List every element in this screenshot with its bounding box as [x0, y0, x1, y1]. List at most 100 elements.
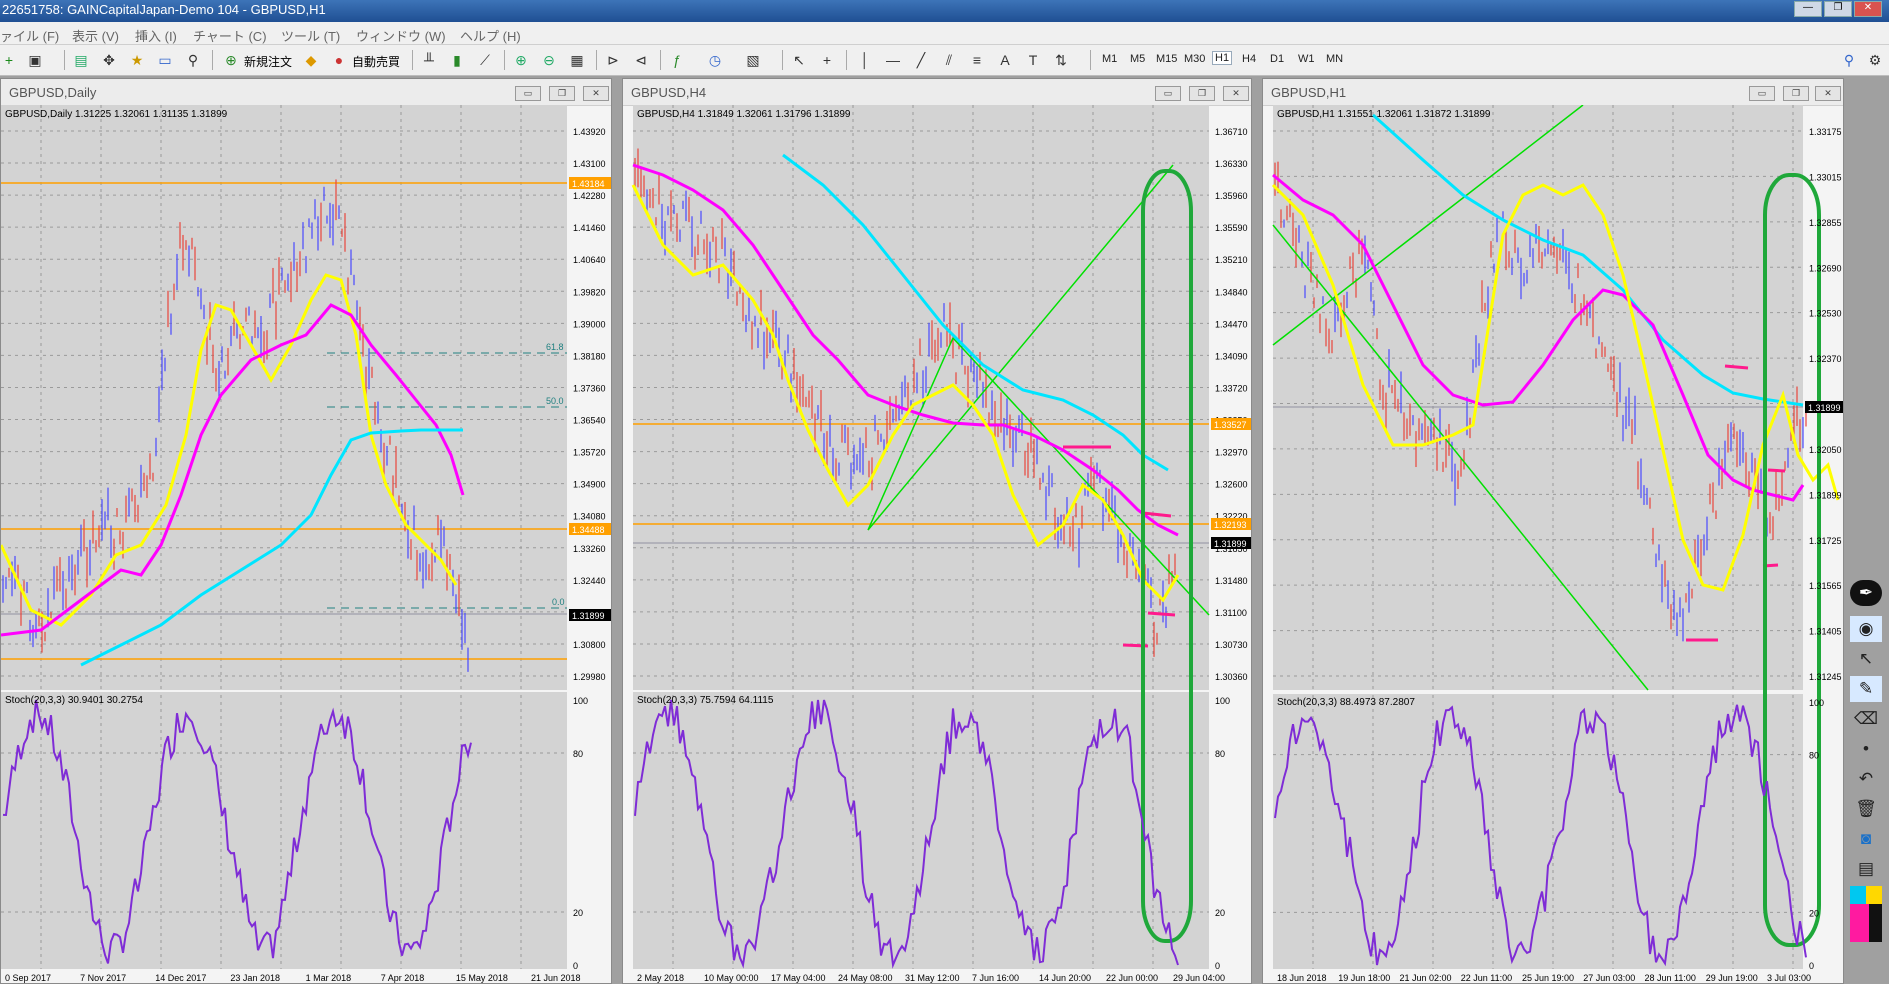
price-axis-label: 1.34470 — [1215, 319, 1248, 329]
chart-window-h4[interactable]: GBPUSD,H4 ▭ ❐ ✕ 1.36710 1.36330 1.35960 1.3… — [622, 78, 1252, 984]
date-axis-label: 19 Jun 18:00 — [1338, 973, 1390, 983]
menu-insert[interactable]: 挿入 (I) — [135, 26, 177, 45]
menu-file[interactable]: ァイル (F) — [0, 26, 59, 45]
market-watch-icon[interactable]: ▤ — [72, 51, 90, 69]
tf-w1[interactable]: W1 — [1298, 53, 1315, 65]
new-order-icon[interactable]: ⊕ — [222, 51, 240, 69]
stoch-level-label: 0 — [573, 961, 578, 971]
date-axis-label: 1 Mar 2018 — [306, 973, 352, 983]
templates-icon[interactable]: ▧ — [744, 51, 762, 69]
fibonacci-icon[interactable]: ≡ — [968, 51, 986, 69]
crosshair-icon[interactable]: + — [818, 51, 836, 69]
date-axis-label: 2 May 2018 — [637, 973, 684, 983]
maximize-button[interactable]: ❐ — [1824, 1, 1852, 17]
price-tag-label: 1.31899 — [1214, 539, 1247, 549]
tf-h1[interactable]: H1 — [1212, 51, 1233, 65]
chart-canvas[interactable]: 1.36710 1.36330 1.35960 1.35590 1.35210 1.348… — [623, 105, 1251, 983]
chart-window-h1[interactable]: GBPUSD,H1 ▭ ❐ ✕ 1.33175 1.33015 1.32855 1.3… — [1262, 78, 1844, 984]
tf-mn[interactable]: MN — [1326, 53, 1343, 65]
horizontal-line-icon[interactable]: — — [884, 51, 902, 69]
indicators-icon[interactable]: ƒ — [668, 51, 686, 69]
camera-icon[interactable]: ◙ — [1850, 826, 1882, 852]
auto-trade-button[interactable]: 自動売買 — [352, 53, 400, 70]
stoch-level-label: 80 — [573, 749, 583, 759]
chart-window-title: GBPUSD,Daily — [9, 85, 97, 100]
menu-help[interactable]: ヘルプ (H) — [460, 26, 521, 45]
trash-icon[interactable]: 🗑 — [1850, 796, 1882, 822]
label-tool-icon[interactable]: T — [1024, 51, 1042, 69]
new-order-button[interactable]: 新規注文 — [244, 53, 292, 70]
cursor-icon[interactable]: ↖ — [1850, 646, 1882, 672]
profiles-icon[interactable]: ▣ — [26, 51, 44, 69]
price-axis-label: 1.41460 — [573, 223, 606, 233]
tile-windows-icon[interactable]: ▦ — [568, 51, 586, 69]
chart-maximize-button[interactable]: ❐ — [1783, 86, 1809, 101]
tf-h4[interactable]: H4 — [1242, 53, 1256, 65]
bar-chart-icon[interactable]: ╨ — [420, 51, 438, 69]
chart-close-button[interactable]: ✕ — [1815, 86, 1841, 101]
auto-trade-icon[interactable]: ● — [330, 51, 348, 69]
chart-minimize-button[interactable]: ▭ — [1155, 86, 1181, 101]
chart-minimize-button[interactable]: ▭ — [1749, 86, 1775, 101]
candle-chart-icon[interactable]: ▮ — [448, 51, 466, 69]
eraser-icon[interactable]: ⌫ — [1850, 706, 1882, 732]
channel-icon[interactable]: ⫽ — [940, 51, 958, 69]
menu-tools[interactable]: ツール (T) — [281, 26, 340, 45]
menu-view[interactable]: 表示 (V) — [72, 26, 119, 45]
chart-canvas[interactable]: 61.8 50.0 0.0 1.43920 1.43100 1.42280 1.414… — [1, 105, 611, 983]
tf-m1[interactable]: M1 — [1102, 53, 1117, 65]
tester-icon[interactable]: ⚲ — [184, 51, 202, 69]
highlighter-icon[interactable]: ✎ — [1850, 676, 1882, 702]
pen-icon[interactable]: ✒ — [1850, 580, 1882, 606]
dot-icon[interactable]: • — [1850, 736, 1882, 762]
price-axis-label: 1.29980 — [573, 672, 606, 682]
metaeditor-icon[interactable]: ◆ — [302, 51, 320, 69]
vertical-line-icon[interactable]: │ — [856, 51, 874, 69]
price-axis-label: 1.30360 — [1215, 672, 1248, 682]
chart-window-daily[interactable]: GBPUSD,Daily ▭ ❐ ✕ 61.8 50.0 0.0 1.43920… — [0, 78, 612, 984]
zoom-out-icon[interactable]: ⊖ — [540, 51, 558, 69]
line-chart-icon[interactable]: ⟋ — [476, 51, 494, 69]
tf-m15[interactable]: M15 — [1156, 53, 1177, 65]
price-tag-label: 1.31899 — [572, 611, 605, 621]
date-axis-label: 7 Nov 2017 — [80, 973, 126, 983]
tf-m30[interactable]: M30 — [1184, 53, 1205, 65]
options-icon[interactable]: ⚙ — [1866, 51, 1884, 69]
chart-close-button[interactable]: ✕ — [583, 86, 609, 101]
eye-icon[interactable]: ◉ — [1850, 616, 1882, 642]
search-icon[interactable]: ⚲ — [1840, 51, 1858, 69]
trendline-icon[interactable]: ╱ — [912, 51, 930, 69]
price-axis-label: 1.32440 — [573, 576, 606, 586]
zoom-in-icon[interactable]: ⊕ — [512, 51, 530, 69]
menu-window[interactable]: ウィンドウ (W) — [356, 26, 446, 45]
price-axis-label: 1.36330 — [1215, 159, 1248, 169]
text-tool-icon[interactable]: A — [996, 51, 1014, 69]
close-button[interactable]: ✕ — [1854, 1, 1882, 17]
palette-icon[interactable] — [1850, 886, 1882, 942]
autoscroll-icon[interactable]: ⊳ — [604, 51, 622, 69]
favorites-icon[interactable]: ★ — [128, 51, 146, 69]
chart-maximize-button[interactable]: ❐ — [1189, 86, 1215, 101]
periods-icon[interactable]: ◷ — [706, 51, 724, 69]
menu-chart[interactable]: チャート (C) — [193, 26, 267, 45]
chart-maximize-button[interactable]: ❐ — [549, 86, 575, 101]
chart-close-button[interactable]: ✕ — [1223, 86, 1249, 101]
minimize-button[interactable]: — — [1794, 1, 1822, 17]
terminal-icon[interactable]: ▭ — [156, 51, 174, 69]
stoch-level-label: 100 — [1809, 698, 1824, 708]
tf-d1[interactable]: D1 — [1270, 53, 1284, 65]
chart-window-header: GBPUSD,H4 ▭ ❐ ✕ — [623, 79, 1251, 106]
clipboard-icon[interactable]: ▤ — [1850, 856, 1882, 882]
chart-shift-icon[interactable]: ⊲ — [632, 51, 650, 69]
stoch-info-label: Stoch(20,3,3) 30.9401 30.2754 — [5, 695, 143, 706]
chart-canvas[interactable]: 1.33175 1.33015 1.32855 1.32690 1.32530 1.323… — [1263, 105, 1843, 983]
new-chart-icon[interactable]: + — [0, 51, 18, 69]
arrows-tool-icon[interactable]: ⇅ — [1052, 51, 1070, 69]
date-axis-label: 15 May 2018 — [456, 973, 508, 983]
tf-m5[interactable]: M5 — [1130, 53, 1145, 65]
cursor-tool-icon[interactable]: ↖ — [790, 51, 808, 69]
chart-minimize-button[interactable]: ▭ — [515, 86, 541, 101]
navigator-icon[interactable]: ✥ — [100, 51, 118, 69]
chart-info-label: GBPUSD,Daily 1.31225 1.32061 1.31135 1.3… — [5, 109, 228, 120]
undo-icon[interactable]: ↶ — [1850, 766, 1882, 792]
